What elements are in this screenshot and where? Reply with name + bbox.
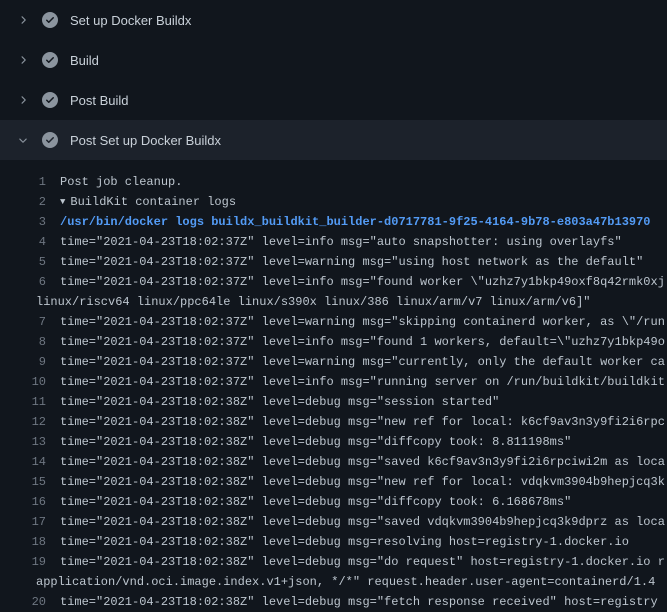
line-text: time="2021-04-23T18:02:38Z" level=debug … <box>60 552 665 572</box>
line-number[interactable]: 14 <box>0 452 46 472</box>
line-text: time="2021-04-23T18:02:37Z" level=info m… <box>60 232 622 252</box>
step-list: Set up Docker Buildx Build Post Build Po… <box>0 0 667 160</box>
line-number[interactable]: 13 <box>0 432 46 452</box>
check-circle-icon <box>42 52 58 68</box>
log-line: application/vnd.oci.image.index.v1+json,… <box>0 572 667 592</box>
line-text: linux/riscv64 linux/ppc64le linux/s390x … <box>36 292 591 312</box>
log-line: 12 time="2021-04-23T18:02:38Z" level=deb… <box>0 412 667 432</box>
line-number[interactable]: 9 <box>0 352 46 372</box>
line-number[interactable]: 4 <box>0 232 46 252</box>
line-text: time="2021-04-23T18:02:38Z" level=debug … <box>60 532 629 552</box>
line-number[interactable]: 6 <box>0 272 46 292</box>
line-number[interactable]: 7 <box>0 312 46 332</box>
step-header[interactable]: Post Build <box>0 80 667 120</box>
line-number[interactable]: 20 <box>0 592 46 612</box>
line-text: Post job cleanup. <box>60 172 182 192</box>
step-title: Build <box>70 53 99 68</box>
log-line: 4 time="2021-04-23T18:02:37Z" level=info… <box>0 232 667 252</box>
chevron-icon[interactable] <box>16 132 30 148</box>
log-line: 14 time="2021-04-23T18:02:38Z" level=deb… <box>0 452 667 472</box>
chevron-icon[interactable] <box>16 52 30 68</box>
log-line: 11 time="2021-04-23T18:02:38Z" level=deb… <box>0 392 667 412</box>
line-text: time="2021-04-23T18:02:37Z" level=info m… <box>60 372 665 392</box>
check-circle-icon <box>42 132 58 148</box>
line-number[interactable]: 15 <box>0 472 46 492</box>
line-text: time="2021-04-23T18:02:37Z" level=warnin… <box>60 252 643 272</box>
line-number[interactable]: 16 <box>0 492 46 512</box>
line-number[interactable]: 11 <box>0 392 46 412</box>
log-line: 9 time="2021-04-23T18:02:37Z" level=warn… <box>0 352 667 372</box>
line-text: time="2021-04-23T18:02:38Z" level=debug … <box>60 492 571 512</box>
line-text: time="2021-04-23T18:02:38Z" level=debug … <box>60 392 499 412</box>
step-title: Set up Docker Buildx <box>70 13 191 28</box>
step-header[interactable]: Set up Docker Buildx <box>0 0 667 40</box>
step-header[interactable]: Build <box>0 40 667 80</box>
line-text: time="2021-04-23T18:02:38Z" level=debug … <box>60 592 658 612</box>
log-line: 1 Post job cleanup. <box>0 172 667 192</box>
line-text: BuildKit container logs <box>70 192 236 212</box>
line-text: time="2021-04-23T18:02:37Z" level=info m… <box>60 272 665 292</box>
log-line: 18 time="2021-04-23T18:02:38Z" level=deb… <box>0 532 667 552</box>
check-circle-icon <box>42 12 58 28</box>
line-number[interactable]: 19 <box>0 552 46 572</box>
line-text: time="2021-04-23T18:02:38Z" level=debug … <box>60 432 571 452</box>
line-text: time="2021-04-23T18:02:37Z" level=warnin… <box>60 352 665 372</box>
group-expand-icon[interactable]: ▼ <box>60 192 65 212</box>
log-line: 10 time="2021-04-23T18:02:37Z" level=inf… <box>0 372 667 392</box>
line-text: /usr/bin/docker logs buildx_buildkit_bui… <box>60 212 651 232</box>
line-number[interactable]: 3 <box>0 212 46 232</box>
chevron-icon[interactable] <box>16 12 30 28</box>
workflow-log-viewer: Set up Docker Buildx Build Post Build Po… <box>0 0 667 612</box>
line-number[interactable]: 18 <box>0 532 46 552</box>
line-number[interactable]: 5 <box>0 252 46 272</box>
line-number[interactable]: 10 <box>0 372 46 392</box>
log-line: 19 time="2021-04-23T18:02:38Z" level=deb… <box>0 552 667 572</box>
log-line: linux/riscv64 linux/ppc64le linux/s390x … <box>0 292 667 312</box>
line-text: time="2021-04-23T18:02:37Z" level=info m… <box>60 332 665 352</box>
log-line: 7 time="2021-04-23T18:02:37Z" level=warn… <box>0 312 667 332</box>
log-line: 16 time="2021-04-23T18:02:38Z" level=deb… <box>0 492 667 512</box>
log-line: 6 time="2021-04-23T18:02:37Z" level=info… <box>0 272 667 292</box>
line-text: time="2021-04-23T18:02:38Z" level=debug … <box>60 452 665 472</box>
step-title: Post Set up Docker Buildx <box>70 133 221 148</box>
log-line: 17 time="2021-04-23T18:02:38Z" level=deb… <box>0 512 667 532</box>
log-line: 3 /usr/bin/docker logs buildx_buildkit_b… <box>0 212 667 232</box>
step-header[interactable]: Post Set up Docker Buildx <box>0 120 667 160</box>
log-line: 15 time="2021-04-23T18:02:38Z" level=deb… <box>0 472 667 492</box>
step-title: Post Build <box>70 93 129 108</box>
line-number[interactable]: 1 <box>0 172 46 192</box>
line-number[interactable]: 8 <box>0 332 46 352</box>
line-number[interactable]: 2 <box>0 192 46 212</box>
line-text: application/vnd.oci.image.index.v1+json,… <box>36 572 655 592</box>
line-text: time="2021-04-23T18:02:37Z" level=warnin… <box>60 312 665 332</box>
chevron-icon[interactable] <box>16 92 30 108</box>
line-text: time="2021-04-23T18:02:38Z" level=debug … <box>60 512 665 532</box>
log-area: 1 Post job cleanup. 2 ▼ BuildKit contain… <box>0 160 667 612</box>
log-line: 20 time="2021-04-23T18:02:38Z" level=deb… <box>0 592 667 612</box>
log-line: 13 time="2021-04-23T18:02:38Z" level=deb… <box>0 432 667 452</box>
line-text: time="2021-04-23T18:02:38Z" level=debug … <box>60 472 665 492</box>
line-text: time="2021-04-23T18:02:38Z" level=debug … <box>60 412 665 432</box>
log-line: 5 time="2021-04-23T18:02:37Z" level=warn… <box>0 252 667 272</box>
log-line: 2 ▼ BuildKit container logs <box>0 192 667 212</box>
line-number[interactable]: 12 <box>0 412 46 432</box>
check-circle-icon <box>42 92 58 108</box>
log-line: 8 time="2021-04-23T18:02:37Z" level=info… <box>0 332 667 352</box>
line-number[interactable]: 17 <box>0 512 46 532</box>
